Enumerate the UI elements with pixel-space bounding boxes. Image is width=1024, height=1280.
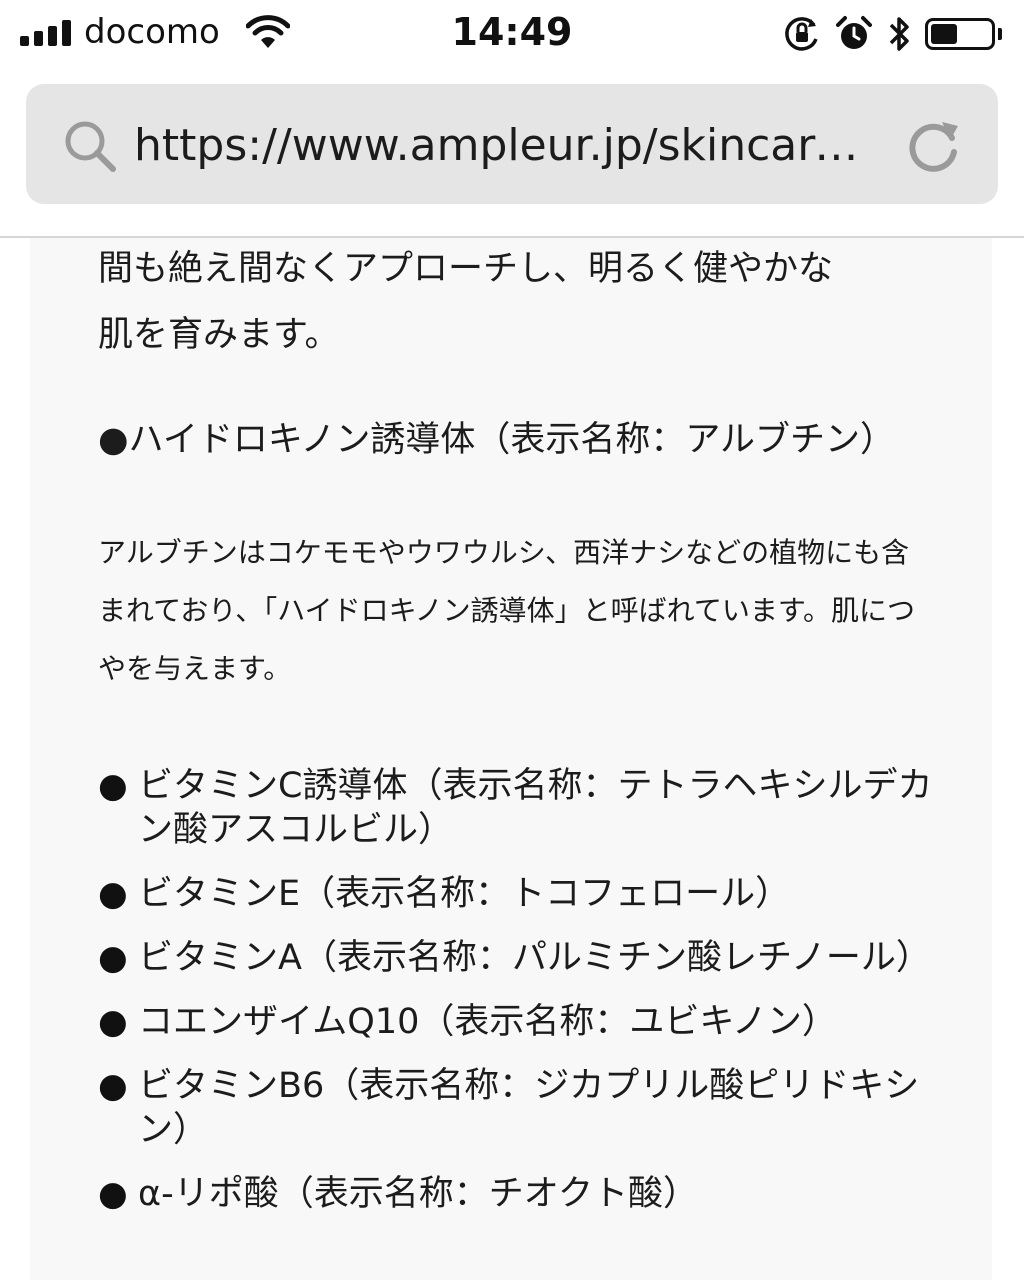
bullet-icon: ● bbox=[98, 420, 129, 460]
feature-description: アルブチンはコケモモやウワウルシ、西洋ナシなどの植物にも含まれており、「ハイドロ… bbox=[98, 536, 916, 685]
ingredient-text: ビタミンE（表示名称：トコフェロール） bbox=[138, 874, 791, 914]
list-item: ● ビタミンE（表示名称：トコフェロール） bbox=[98, 872, 938, 916]
intro-line: 間も絶え間なくアプローチし、明るく健やかな bbox=[98, 249, 834, 289]
bullet-icon: ● bbox=[98, 874, 128, 914]
bullet-icon: ● bbox=[98, 766, 128, 806]
list-item: ● コエンザイムQ10（表示名称：ユビキノン） bbox=[98, 1000, 938, 1044]
page-content: 間も絶え間なくアプローチし、明るく健やかな 肌を育みます。 ●ハイドロキノン誘導… bbox=[30, 238, 992, 1280]
status-bar: docomo 14:49 bbox=[0, 0, 1024, 70]
battery-cap bbox=[998, 28, 1002, 40]
bullet-icon: ● bbox=[98, 938, 128, 978]
url-text[interactable]: https://www.ampleur.jp/skincare… bbox=[134, 116, 879, 176]
bullet-icon: ● bbox=[98, 1066, 128, 1106]
ingredient-text: ビタミンA（表示名称：パルミチン酸レチノール） bbox=[138, 938, 931, 978]
list-item: ● ビタミンC誘導体（表示名称：テトラヘキシルデカン酸アスコルビル） bbox=[98, 764, 938, 852]
intro-line: 肌を育みます。 bbox=[98, 315, 340, 355]
intro-paragraph: 間も絶え間なくアプローチし、明るく健やかな 肌を育みます。 bbox=[98, 238, 928, 368]
bullet-icon: ● bbox=[98, 1002, 128, 1042]
ingredient-text: ビタミンC誘導体（表示名称：テトラヘキシルデカン酸アスコルビル） bbox=[138, 766, 933, 850]
feature-heading: ●ハイドロキノン誘導体（表示名称：アルブチン） bbox=[98, 418, 928, 462]
ingredient-text: α-リポ酸（表示名称：チオクト酸） bbox=[138, 1174, 699, 1214]
status-icons bbox=[783, 14, 1002, 54]
battery-level bbox=[931, 24, 957, 44]
orientation-lock-icon bbox=[785, 17, 818, 51]
feature-heading-text: ハイドロキノン誘導体（表示名称：アルブチン） bbox=[128, 420, 896, 460]
reload-icon[interactable] bbox=[904, 116, 964, 176]
battery-icon bbox=[925, 18, 995, 50]
alarm-icon bbox=[836, 16, 872, 49]
bullet-icon: ● bbox=[98, 1174, 128, 1214]
list-item: ● ビタミンA（表示名称：パルミチン酸レチノール） bbox=[98, 936, 938, 980]
ingredient-text: コエンザイムQ10（表示名称：ユビキノン） bbox=[138, 1002, 837, 1042]
search-icon[interactable] bbox=[62, 118, 118, 174]
list-item: ● ビタミンB6（表示名称：ジカプリル酸ピリドキシン） bbox=[98, 1064, 938, 1152]
ingredient-list: ● ビタミンC誘導体（表示名称：テトラヘキシルデカン酸アスコルビル） ● ビタミンE… bbox=[98, 764, 938, 1236]
list-item: ● α-リポ酸（表示名称：チオクト酸） bbox=[98, 1172, 938, 1216]
bluetooth-icon bbox=[889, 17, 909, 51]
ingredient-text: ビタミンB6（表示名称：ジカプリル酸ピリドキシン） bbox=[138, 1066, 920, 1150]
